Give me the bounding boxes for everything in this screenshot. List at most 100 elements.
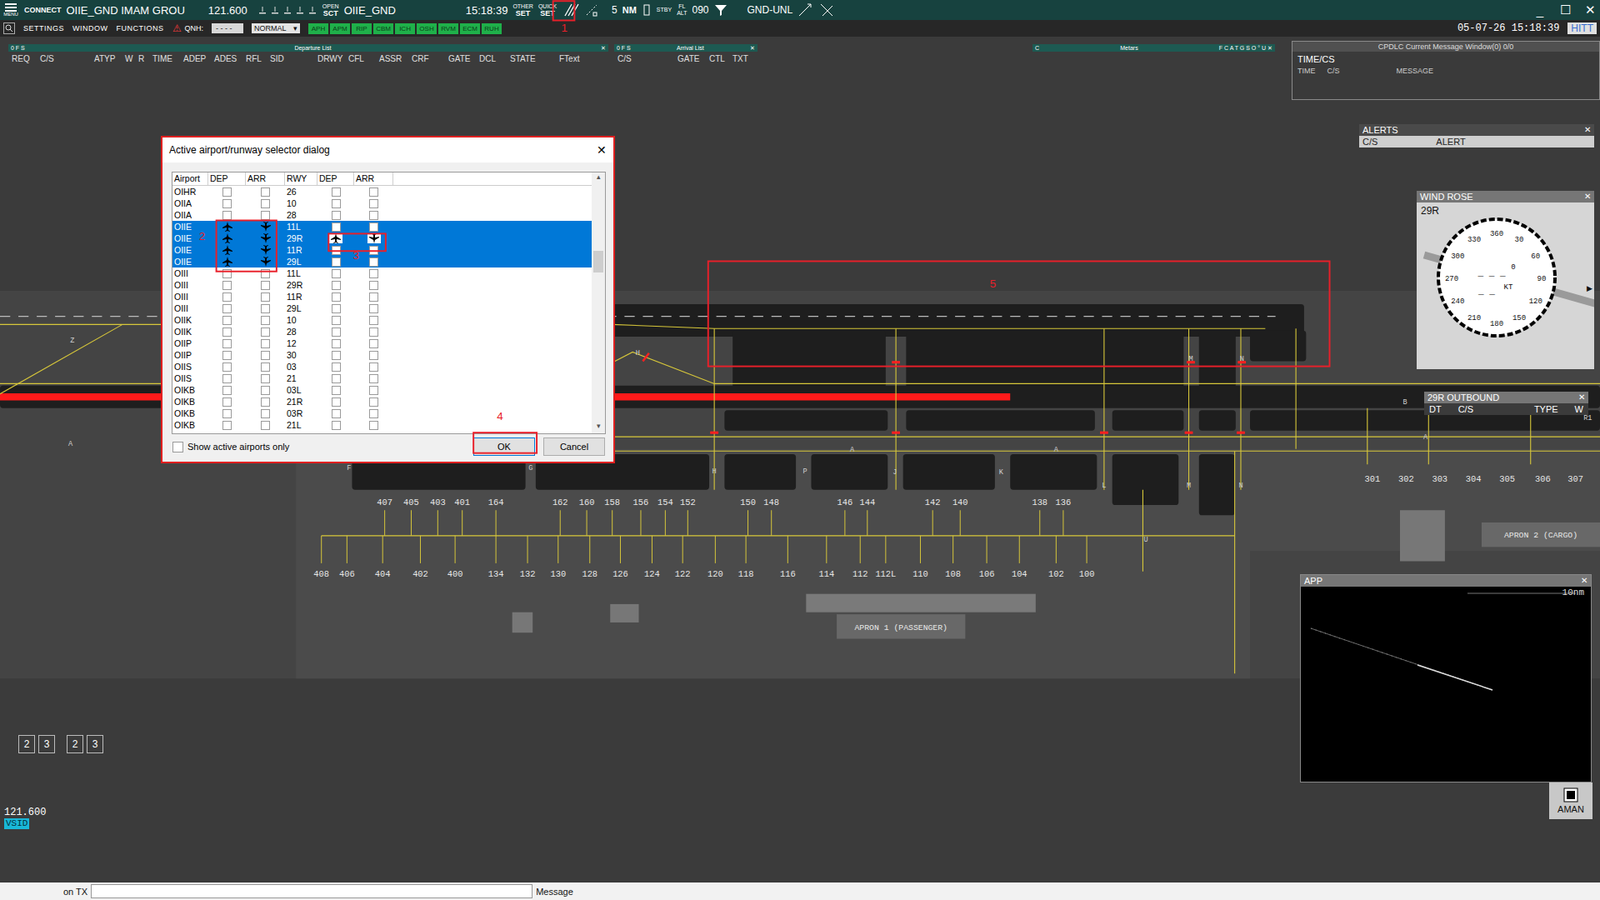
close-button[interactable]: ✕: [1580, 575, 1588, 587]
checkbox[interactable]: [222, 292, 232, 302]
checkbox[interactable]: [222, 304, 232, 314]
runway-selector-icon[interactable]: [561, 1, 580, 19]
checkbox[interactable]: [369, 409, 379, 419]
table-row[interactable]: OIIE 11L: [172, 220, 592, 233]
table-row[interactable]: OIIE 29R: [172, 232, 592, 245]
departure-icon[interactable]: [222, 245, 233, 255]
alert-icon[interactable]: ⚠: [172, 22, 182, 35]
scrollbar[interactable]: ▴ ▾: [591, 172, 605, 434]
checkbox[interactable]: [369, 222, 379, 232]
expand-arrow[interactable]: ▶: [1586, 284, 1593, 293]
checkbox[interactable]: [369, 292, 379, 302]
cancel-button[interactable]: Cancel: [543, 437, 605, 456]
checkbox[interactable]: [222, 280, 232, 290]
table-row[interactable]: OIIS 21: [172, 372, 592, 385]
column-header[interactable]: RWY: [285, 172, 318, 185]
toolbar-icon[interactable]: [295, 5, 305, 15]
checkbox[interactable]: [331, 187, 341, 197]
table-row[interactable]: OIIA 28: [172, 209, 592, 221]
checkbox[interactable]: [260, 315, 270, 325]
checkbox[interactable]: [369, 385, 379, 395]
column-header[interactable]: ASSR: [379, 54, 412, 64]
toolbar-icon[interactable]: [307, 5, 318, 15]
airport-button[interactable]: ICH: [395, 23, 415, 35]
checkbox[interactable]: [369, 420, 379, 430]
column-header[interactable]: GATE: [677, 54, 710, 64]
checkbox[interactable]: [260, 187, 270, 197]
column-header[interactable]: C/S: [40, 54, 95, 64]
checkbox[interactable]: [222, 420, 232, 430]
departure-list[interactable]: 0 F SDeparture List✕ REQC/SATYPWRTIMEADE…: [8, 44, 609, 66]
ok-button[interactable]: OK: [473, 437, 535, 456]
checkbox[interactable]: [369, 362, 379, 372]
checkbox[interactable]: [331, 350, 341, 360]
checkbox[interactable]: [369, 269, 379, 279]
arrival-icon[interactable]: [260, 233, 271, 244]
column-header[interactable]: ATYP: [94, 54, 125, 64]
airport-button[interactable]: CBM: [373, 23, 394, 35]
table-row[interactable]: OIKB 03L: [172, 384, 592, 396]
checkbox[interactable]: [369, 397, 379, 407]
connect-button[interactable]: CONNECT: [24, 5, 62, 15]
checkbox[interactable]: [331, 385, 341, 395]
arrival-icon[interactable]: [260, 245, 271, 255]
fl-alt[interactable]: FLALT: [676, 3, 687, 17]
aman-button[interactable]: AMAN: [1549, 782, 1593, 820]
column-header[interactable]: DRWY: [317, 54, 349, 64]
checkbox[interactable]: [369, 245, 379, 255]
checkbox[interactable]: [331, 292, 341, 302]
measure-icon[interactable]: [797, 2, 815, 18]
checkbox[interactable]: [369, 374, 379, 384]
checkbox[interactable]: [260, 199, 270, 209]
column-header[interactable]: CRF: [411, 54, 449, 64]
route-icon[interactable]: [585, 1, 599, 19]
mode-dropdown[interactable]: NORMAL▾: [251, 23, 300, 34]
menu-item[interactable]: SETTINGS: [23, 24, 65, 33]
table-row[interactable]: OIIP 12: [172, 337, 592, 350]
column-header[interactable]: R: [138, 54, 153, 64]
checkbox[interactable]: [331, 409, 341, 419]
checkbox[interactable]: [222, 397, 232, 407]
checkbox[interactable]: [331, 339, 341, 349]
table-row[interactable]: OIIE 11R: [172, 244, 592, 256]
column-header[interactable]: GATE: [448, 54, 480, 64]
table-row[interactable]: OIIE 29L: [172, 255, 592, 268]
checkbox[interactable]: [260, 304, 270, 314]
filter-icon[interactable]: [714, 3, 728, 17]
cpdlc-window[interactable]: CPDLC Current Message Window(0) 0/0 TIME…: [1291, 40, 1600, 100]
checkbox[interactable]: [331, 420, 341, 430]
close-button[interactable]: ✕: [596, 143, 607, 157]
menu-button[interactable]: MENU: [2, 3, 20, 18]
table-row[interactable]: OIIK 10: [172, 314, 592, 326]
draw-icon[interactable]: [819, 2, 836, 18]
checkbox[interactable]: [369, 280, 379, 290]
stby[interactable]: STBY: [656, 6, 672, 14]
airport-button[interactable]: APH: [308, 23, 329, 35]
metars-panel[interactable]: CMetarsF C A T G S O ° U ✕: [1032, 44, 1275, 52]
message-input[interactable]: [90, 884, 533, 899]
checkbox[interactable]: [331, 210, 341, 220]
checkbox[interactable]: [260, 409, 270, 419]
column-header[interactable]: RFL: [245, 54, 270, 64]
checkbox[interactable]: [369, 315, 379, 325]
checkbox[interactable]: [260, 292, 270, 302]
column-header[interactable]: REQ: [11, 54, 40, 64]
checkbox[interactable]: [222, 187, 232, 197]
table-row[interactable]: OIIA 10: [172, 197, 592, 210]
column-header[interactable]: CTL: [709, 54, 733, 64]
toolbar-icon[interactable]: [257, 5, 268, 15]
checkbox[interactable]: [260, 362, 270, 372]
checkbox[interactable]: [260, 327, 270, 337]
airport-button[interactable]: OSH: [416, 23, 437, 35]
window-control[interactable]: ✕: [1580, 2, 1600, 18]
arrival-icon[interactable]: [260, 221, 271, 232]
column-header[interactable]: ADES: [214, 54, 246, 64]
sector-box[interactable]: 2: [18, 735, 35, 754]
column-header[interactable]: Airport: [172, 172, 209, 185]
sector-box[interactable]: 3: [38, 735, 55, 754]
table-row[interactable]: OIHR 26: [172, 185, 592, 198]
outbound-window[interactable]: 29R OUTBOUND✕ DTC/STYPEW: [1424, 391, 1589, 415]
checkbox[interactable]: [260, 385, 270, 395]
airport-button[interactable]: APM: [330, 23, 350, 35]
checkbox[interactable]: [331, 280, 341, 290]
